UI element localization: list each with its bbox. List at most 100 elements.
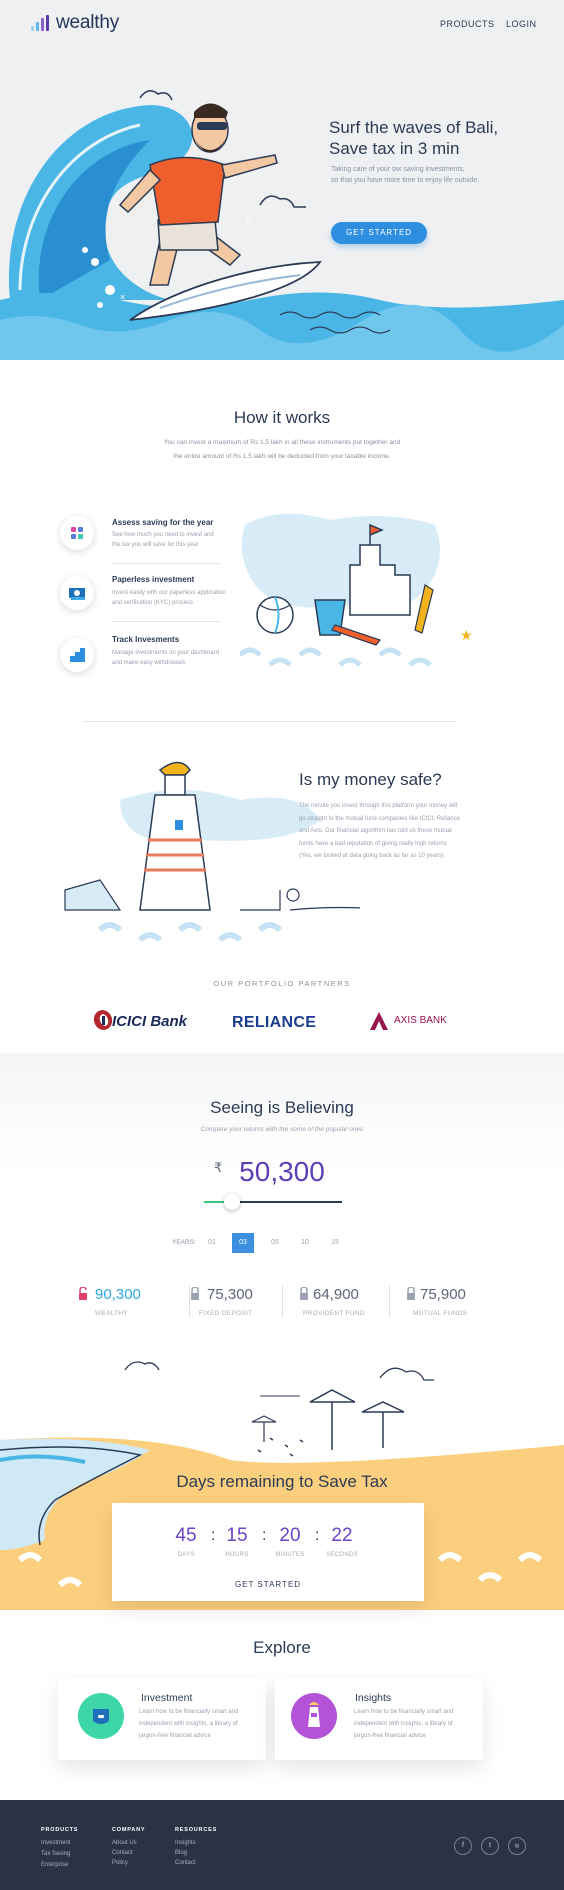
stat-separator — [389, 1286, 390, 1318]
stat-value-wealthy: 90,300 — [95, 1286, 141, 1303]
how-it-works-title: How it works — [233, 408, 331, 427]
footer-link[interactable]: Tax Saving — [41, 1851, 70, 1857]
hero-get-started-button[interactable]: GET STARTED — [331, 222, 427, 244]
countdown-label: MINUTES — [275, 1552, 305, 1558]
seeing-title: Seeing is Believing — [210, 1098, 354, 1117]
explore-text-line: jargon-free financial advice — [139, 1733, 211, 1739]
section-divider — [82, 721, 456, 722]
step-text-line: the tax you will save for this year — [112, 542, 199, 548]
countdown-days: 45 — [175, 1525, 197, 1546]
year-option-selected[interactable]: 03 — [232, 1233, 254, 1253]
hero-subtitle-line: so that you have more time to enjoy life… — [331, 177, 480, 184]
unlocked-icon — [79, 1287, 87, 1300]
axis-bank-logo-text: AXIS BANK — [394, 1015, 447, 1026]
countdown-minutes: 20 — [279, 1525, 301, 1546]
step-divider — [112, 621, 220, 622]
footer-heading: PRODUCTS — [41, 1827, 79, 1833]
countdown-title: Days remaining to Save Tax — [176, 1472, 388, 1491]
stat-value-fixed-deposit: 75,300 — [207, 1286, 253, 1303]
footer-link[interactable]: Contact — [112, 1850, 133, 1856]
footer-link[interactable]: About Us — [112, 1840, 137, 1846]
explore-text-line: jargon-free financial advice — [354, 1733, 426, 1739]
partners-label: OUR PORTFOLIO PARTNERS — [213, 979, 351, 988]
footer-link[interactable]: Contact — [175, 1860, 196, 1866]
svg-text:+: + — [245, 217, 251, 228]
step-title: Track Invesments — [112, 635, 180, 644]
footer-heading: RESOURCES — [175, 1827, 218, 1833]
logo-wordmark[interactable]: wealthy — [56, 12, 119, 34]
money-safe-line: funds have a bad reputation of giving re… — [299, 840, 447, 847]
lock-icon — [407, 1287, 415, 1300]
year-option[interactable]: 01 — [201, 1233, 223, 1253]
stat-label: MUTUAL FUNDS — [413, 1310, 468, 1317]
hero-subtitle-line: Taking care of your tax saving investmen… — [331, 166, 465, 173]
countdown-label: SECONDS — [326, 1552, 358, 1558]
countdown-separator: : — [315, 1527, 320, 1544]
explore-card-text: Learn how to be financially smart and in… — [139, 1706, 254, 1742]
facebook-icon[interactable]: f — [454, 1837, 472, 1855]
svg-text:×: × — [120, 292, 125, 302]
money-safe-text: The minute you invest through this platf… — [299, 800, 469, 863]
lock-icon — [191, 1287, 199, 1300]
how-text-line: the entire amount of Rs 1.5 lakh will be… — [173, 453, 391, 460]
footer-link[interactable]: Policy — [112, 1860, 128, 1866]
icici-logo-text: ICICI Bank — [112, 1013, 188, 1030]
explore-text-line: Learn how to be financially smart and — [354, 1709, 454, 1715]
step-title: Assess saving for the year — [112, 518, 214, 527]
countdown-label: HOURS — [225, 1552, 249, 1558]
footer-link[interactable]: Investment — [41, 1840, 70, 1846]
how-it-works-text: You can invest a maximum of Rs 1.5 lakh … — [82, 436, 482, 464]
stat-separator — [282, 1286, 283, 1318]
money-safe-line: and Axis. Our financial algorithm has to… — [299, 828, 452, 834]
step-text-line: See how much you need to invest and — [112, 532, 214, 538]
hero-title-line: Save tax in 3 min — [329, 139, 460, 158]
amount-value: 50,300 — [239, 1156, 325, 1187]
money-safe-title: Is my money safe? — [299, 770, 442, 789]
countdown-label: DAYS — [177, 1552, 195, 1558]
nav-products[interactable]: PRODUCTS — [440, 19, 495, 29]
nav-login[interactable]: LOGIN — [506, 19, 537, 29]
stat-value-mutual-funds: 75,900 — [420, 1286, 466, 1303]
amount-slider-handle[interactable] — [223, 1194, 240, 1210]
logo-bars-icon[interactable] — [31, 15, 49, 31]
money-safe-line: go straight to the mutual fund companies… — [299, 815, 461, 822]
footer-link[interactable]: Insights — [175, 1840, 196, 1846]
year-option[interactable]: 15 — [324, 1233, 346, 1253]
step-text-line: Invest easily with our paperless applica… — [112, 590, 226, 596]
step-text: Invest easily with our paperless applica… — [112, 588, 232, 608]
step-text: See how much you need to invest and the … — [112, 530, 232, 550]
twitter-icon[interactable]: t — [481, 1837, 499, 1855]
hero-subtitle: Taking care of your tax saving investmen… — [331, 164, 511, 186]
footer-link[interactable]: Enterprise — [41, 1862, 68, 1868]
money-note-icon — [60, 576, 94, 610]
step-text-line: Manage investments on your dashboard — [112, 650, 220, 656]
explore-card-text: Learn how to be financially smart and in… — [354, 1706, 469, 1742]
step-text-line: and make easy withdrawals — [112, 660, 186, 666]
footer-heading: COMPANY — [112, 1827, 146, 1833]
step-text: Manage investments on your dashboard and… — [112, 648, 232, 668]
steps-chart-icon — [60, 638, 94, 672]
money-safe-line: The minute you invest through this platf… — [299, 803, 458, 809]
step-title: Paperless investment — [112, 575, 195, 584]
year-option[interactable]: 10 — [294, 1233, 316, 1253]
hero-title: Surf the waves of Bali, Save tax in 3 mi… — [329, 117, 498, 159]
lock-icon — [300, 1287, 308, 1300]
countdown-separator: : — [262, 1527, 267, 1544]
lighthouse-icon — [291, 1693, 337, 1739]
year-option[interactable]: 05 — [264, 1233, 286, 1253]
countdown-separator: : — [211, 1527, 216, 1544]
sandcastle-illustration: ★ — [240, 513, 473, 667]
explore-text-line: independent with insights, a library of — [139, 1721, 238, 1727]
stat-label: PROVIDENT FUND — [303, 1310, 365, 1317]
seeing-subtitle: Compare your returns with the some of th… — [200, 1126, 364, 1133]
how-text-line: You can invest a maximum of Rs 1.5 lakh … — [163, 439, 401, 446]
svg-text:★: ★ — [460, 627, 473, 643]
hero-section: + × Surf the waves of Bali, Save tax in … — [0, 0, 564, 360]
stat-label: FIXED DEPOSIT — [199, 1310, 253, 1317]
footer-link[interactable]: Blog — [175, 1850, 187, 1856]
money-safe-line: (Yes, we looked at data going back as fa… — [299, 853, 445, 859]
explore-title: Explore — [253, 1638, 311, 1657]
instagram-icon[interactable]: ig — [508, 1837, 526, 1855]
countdown-get-started-button[interactable]: GET STARTED — [112, 1580, 424, 1589]
site-footer: PRODUCTS Investment Tax Saving Enterpris… — [0, 1800, 564, 1890]
